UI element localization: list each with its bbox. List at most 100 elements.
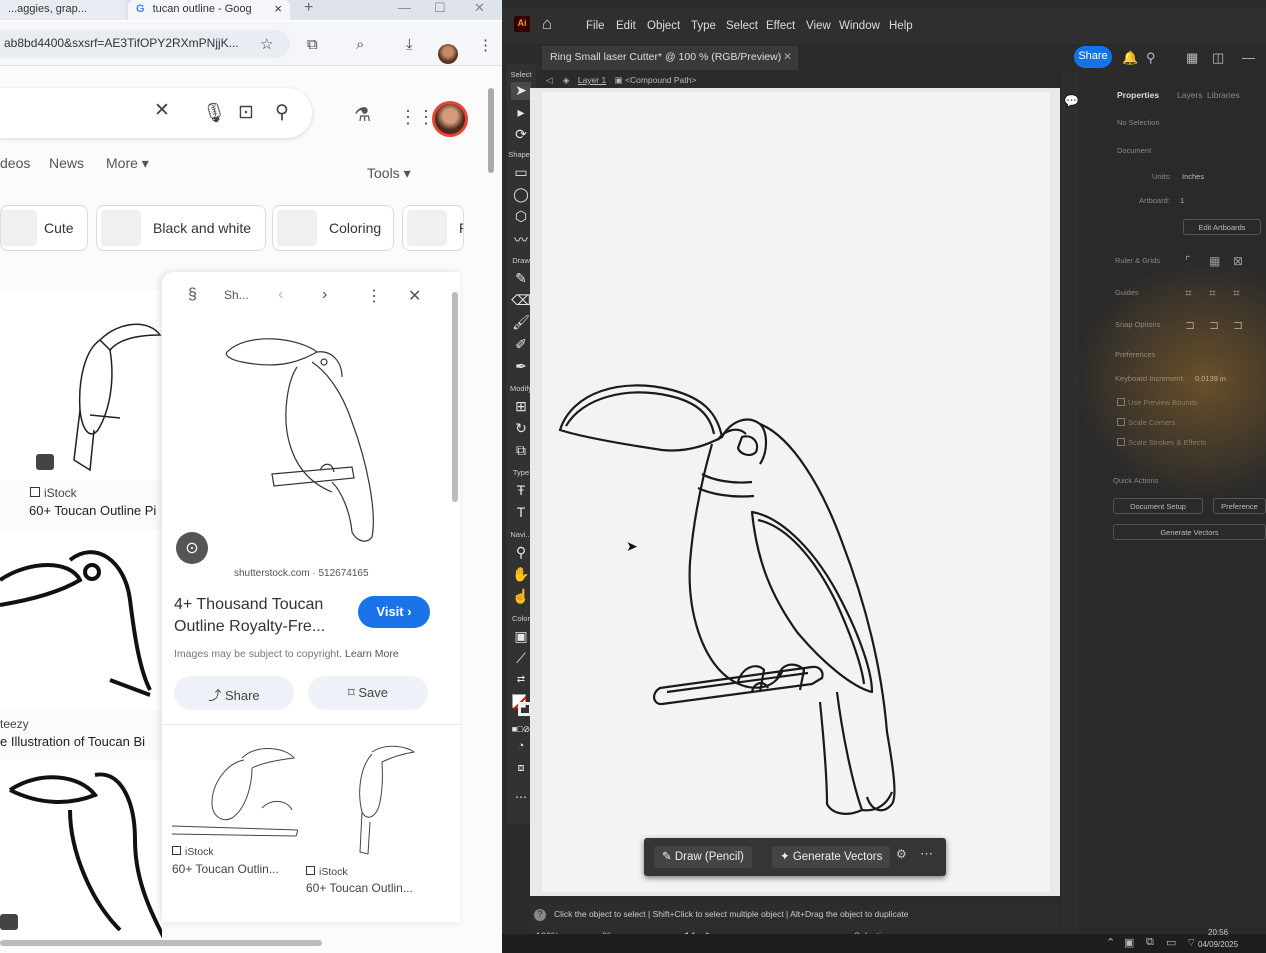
menu-object[interactable]: Object <box>647 20 680 32</box>
tray-expand-icon[interactable]: ⌃ <box>1106 936 1115 949</box>
polygon-tool-icon[interactable]: ⬡ <box>511 208 531 226</box>
document-tab[interactable]: Ring Small laser Cutter* @ 100 % (RGB/Pr… <box>542 46 798 70</box>
zoom-tool-icon[interactable]: ⚲ <box>511 544 531 562</box>
labs-icon[interactable]: ⚗ <box>354 104 371 127</box>
battery-icon[interactable]: ▭ <box>1166 936 1176 949</box>
close-tab-icon[interactable]: × <box>274 1 282 16</box>
chip-black-and-white[interactable]: Black and white <box>96 205 266 251</box>
next-icon[interactable]: › <box>322 286 327 304</box>
eraser-tool-icon[interactable]: ⌫ <box>511 292 531 310</box>
menu-window[interactable]: Window <box>839 20 880 32</box>
use-preview-bounds-checkbox[interactable]: Use Preview Bounds <box>1117 398 1198 407</box>
wifi-icon[interactable]: ⌔ <box>1186 936 1196 950</box>
save-button[interactable]: ⌑ Save <box>308 676 428 710</box>
new-tab-button[interactable]: + <box>304 0 313 17</box>
close-panel-icon[interactable]: ✕ <box>408 286 421 306</box>
account-avatar[interactable] <box>432 101 468 137</box>
artboard-dropdown[interactable]: 1 <box>1180 196 1184 205</box>
pen-tool-icon[interactable]: ✒ <box>511 358 531 376</box>
lasso-tool-icon[interactable]: ⟳ <box>511 126 531 144</box>
scale-strokes-checkbox[interactable]: Scale Strokes & Effects <box>1117 438 1206 447</box>
free-transform-tool-icon[interactable]: ⊞ <box>511 398 531 416</box>
grid-icon[interactable]: ▦ <box>1209 254 1220 268</box>
breadcrumb-path[interactable]: <Compound Path> <box>625 75 696 85</box>
tools-menu[interactable]: Tools ▾ <box>367 165 411 182</box>
generate-vectors-button[interactable]: ✦ Generate Vectors <box>772 846 891 868</box>
preview-toucan-image[interactable] <box>202 322 402 552</box>
rotate-tool-icon[interactable]: ↻ <box>511 420 531 438</box>
lens-icon[interactable]: ⌕ <box>356 36 364 53</box>
image-title[interactable]: 4+ Thousand Toucan Outline Royalty-Fre..… <box>174 594 344 638</box>
clear-icon[interactable]: ✕ <box>154 99 170 122</box>
chip-coloring[interactable]: Coloring <box>272 205 394 251</box>
menu-help[interactable]: Help <box>889 20 913 32</box>
help-icon[interactable]: ? <box>534 909 546 921</box>
edit-artboards-button[interactable]: Edit Artboards <box>1183 219 1261 235</box>
blob-brush-tool-icon[interactable]: ✐ <box>511 336 531 354</box>
url-field[interactable]: ab8bd4400&sxsrf=AE3TifOPY2RXmPNjjK... <box>0 30 290 58</box>
profile-avatar[interactable] <box>438 44 458 64</box>
back-arrow-icon[interactable]: ◁ <box>546 75 553 85</box>
guides-icon[interactable]: ⌗ <box>1185 286 1192 301</box>
minimize-icon[interactable]: — <box>1242 50 1255 65</box>
notification-icon[interactable]: 🔔 <box>1122 50 1138 66</box>
shaper-tool-icon[interactable]: 〰 <box>511 230 531 248</box>
draw-mode-icon[interactable]: ◔ <box>511 740 531 758</box>
close-window-icon[interactable]: ✕ <box>474 0 485 16</box>
tab-more[interactable]: More ▾ <box>106 155 149 172</box>
lens-search-icon[interactable]: ⊙ <box>176 532 208 564</box>
star-icon[interactable]: ☆ <box>260 35 273 53</box>
settings-icon[interactable]: ⚙ <box>896 847 907 861</box>
microphone-icon[interactable]: 🎙 <box>202 101 226 125</box>
touch-type-tool-icon[interactable]: Ŧ <box>511 482 531 500</box>
menu-effect[interactable]: Effect <box>766 20 795 32</box>
browser-tab[interactable]: ...aggies, grap... <box>0 0 125 20</box>
type-tool-icon[interactable]: T <box>511 504 531 522</box>
selection-tool-icon[interactable]: ➤ <box>511 82 531 100</box>
share-button[interactable]: Share <box>1074 46 1112 68</box>
extensions-icon[interactable]: ⧉ <box>307 36 318 53</box>
workspace-icon[interactable]: ▦ <box>1186 50 1198 66</box>
arrange-icon[interactable]: ◫ <box>1212 50 1224 66</box>
related-title[interactable]: 60+ Toucan Outlin... <box>172 862 279 876</box>
more-options-icon[interactable]: ⋯ <box>920 846 933 862</box>
menu-select[interactable]: Select <box>726 20 758 32</box>
preferences-button[interactable]: Preference <box>1213 498 1266 514</box>
close-document-icon[interactable]: ✕ <box>783 51 792 63</box>
visit-button[interactable]: Visit › <box>358 596 430 628</box>
result-title[interactable]: e Illustration of Toucan Bi <box>0 734 145 749</box>
related-image[interactable] <box>332 742 422 862</box>
tab-libraries[interactable]: Libraries <box>1207 90 1240 100</box>
panel-scrollbar[interactable] <box>452 292 458 502</box>
tray-app-icon[interactable]: ▣ <box>1124 936 1134 949</box>
units-dropdown[interactable]: Inches <box>1182 172 1204 181</box>
maximize-icon[interactable]: ☐ <box>434 0 446 16</box>
related-title[interactable]: 60+ Toucan Outlin... <box>306 881 413 895</box>
rulers-icon[interactable]: ⌜ <box>1185 254 1191 268</box>
menu-view[interactable]: View <box>806 20 831 32</box>
apps-grid-icon[interactable]: ⋮⋮ <box>399 107 435 128</box>
result-image[interactable] <box>0 760 167 941</box>
canvas-area[interactable]: ➤ <box>530 88 1060 896</box>
tab-news[interactable]: News <box>49 155 84 171</box>
edit-toolbar-icon[interactable]: ⋯ <box>511 790 531 808</box>
breadcrumb-layer[interactable]: Layer 1 <box>578 75 606 85</box>
menu-edit[interactable]: Edit <box>616 20 636 32</box>
related-image[interactable] <box>172 738 298 838</box>
search-icon[interactable]: ⚲ <box>275 101 289 124</box>
page-scrollbar[interactable] <box>488 88 494 173</box>
tab-properties[interactable]: Properties <box>1117 90 1159 100</box>
search-icon[interactable]: ⚲ <box>1146 50 1156 66</box>
minimize-icon[interactable]: — <box>398 0 411 15</box>
tray-app-icon[interactable]: ⧉ <box>1146 936 1154 949</box>
swap-colors-icon[interactable]: ⇄ <box>511 674 531 692</box>
pencil-tool-icon[interactable]: ✎ <box>511 270 531 288</box>
ellipse-tool-icon[interactable]: ◯ <box>511 186 531 204</box>
direct-selection-tool-icon[interactable]: ▸ <box>511 104 531 122</box>
previous-icon[interactable]: ‹ <box>278 286 283 304</box>
comments-icon[interactable]: 💬 <box>1064 94 1079 108</box>
home-icon[interactable]: ⌂ <box>542 14 552 34</box>
pixel-grid-icon[interactable]: ⊠ <box>1233 254 1243 268</box>
draw-pencil-button[interactable]: ✎ Draw (Pencil) <box>654 846 752 868</box>
snap-grid-icon[interactable]: ⊐ <box>1209 318 1219 332</box>
